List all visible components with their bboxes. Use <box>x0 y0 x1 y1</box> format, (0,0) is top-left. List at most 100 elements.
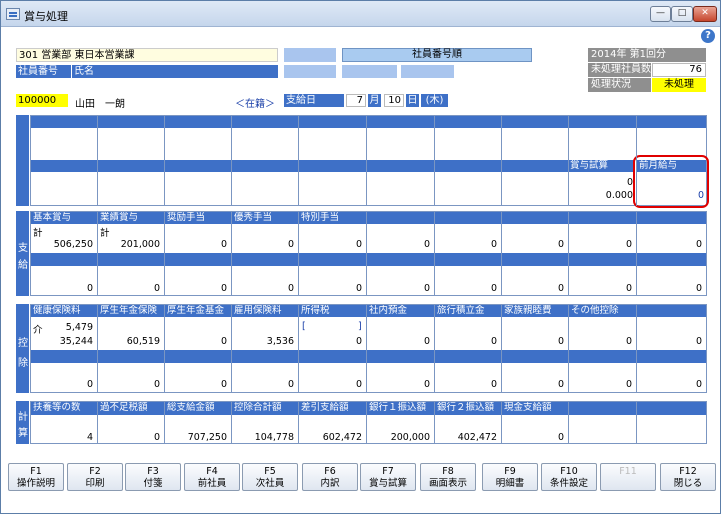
fkey-number: F9 <box>504 466 516 477</box>
pay-value-3: 0 <box>287 239 294 250</box>
header-button-d[interactable] <box>401 65 454 78</box>
sort-order[interactable]: 社員番号順 <box>342 48 532 62</box>
pay-header-7 <box>502 212 568 224</box>
top-divider <box>164 115 165 206</box>
weekday: (木) <box>421 94 448 107</box>
calc-value-2: 707,250 <box>187 432 227 443</box>
calc-header-2: 総支給金額 <box>165 402 231 415</box>
ded-divider <box>164 304 165 393</box>
pay-value-5: 0 <box>423 239 430 250</box>
pay-divider <box>366 211 367 296</box>
pay-value-6: 0 <box>490 239 497 250</box>
fkey-label: 明細書 <box>495 478 525 489</box>
bracket-open: [ <box>302 321 306 332</box>
fkey-number: F1 <box>30 466 42 477</box>
function-key-f3[interactable]: F3 付箋 <box>125 463 181 491</box>
ded-divider <box>434 304 435 393</box>
calc-value-6: 402,472 <box>457 432 497 443</box>
ded-header2-7 <box>502 350 568 363</box>
fkey-number: F5 <box>264 466 276 477</box>
pay-header-6 <box>435 212 501 224</box>
ded-header2-4 <box>299 350 366 363</box>
pay-month-field[interactable]: 7 <box>346 94 366 107</box>
header-button-c[interactable] <box>342 65 397 78</box>
ded-value-1: 60,519 <box>126 336 160 347</box>
pay-header-8 <box>569 212 636 224</box>
app-icon <box>6 8 20 20</box>
fkey-number: F8 <box>442 466 454 477</box>
function-key-f5[interactable]: F5 次社員 <box>242 463 298 491</box>
calc-divider <box>366 401 367 444</box>
fkey-number: F10 <box>560 466 578 477</box>
emp-no-field[interactable]: 100000 <box>16 94 68 107</box>
fkey-number: F4 <box>206 466 218 477</box>
pay-header2-9 <box>637 253 706 266</box>
pay-day-field[interactable]: 10 <box>384 94 404 107</box>
pay-value2-0: 0 <box>86 283 93 294</box>
fkey-label: 操作説明 <box>16 478 55 489</box>
function-key-f6[interactable]: F6 内訳 <box>302 463 358 491</box>
function-key-f9[interactable]: F9 明細書 <box>482 463 538 491</box>
pay-value2-3: 0 <box>287 283 294 294</box>
calc-divider <box>568 401 569 444</box>
ded-value-5: 0 <box>423 336 430 347</box>
fkey-label: 印刷 <box>85 478 105 489</box>
ded-header-1: 厚生年金保険 <box>98 305 164 317</box>
calc-header-8 <box>569 402 636 415</box>
function-key-f12[interactable]: F12 閉じる <box>660 463 716 491</box>
function-key-f2[interactable]: F2 印刷 <box>67 463 123 491</box>
pay-header2-2 <box>165 253 231 266</box>
function-key-f4[interactable]: F4 前社員 <box>184 463 240 491</box>
ded-value2-0: 0 <box>86 379 93 390</box>
pay-value-1: 201,000 <box>120 239 160 250</box>
top-divider <box>568 115 569 206</box>
maximize-button[interactable]: □ <box>671 6 693 22</box>
calc-header-6: 銀行２振込額 <box>435 402 501 415</box>
pay-divider <box>434 211 435 296</box>
close-button[interactable]: ✕ <box>693 6 717 22</box>
calc-divider <box>636 401 637 444</box>
pay-divider <box>298 211 299 296</box>
pay-section-bar: 支給 <box>16 211 29 296</box>
ded-header-7: 家族親睦費 <box>502 305 568 317</box>
ded-value2-5: 0 <box>423 379 430 390</box>
process-status-value: 未処理 <box>652 78 706 92</box>
app-window: 賞与処理 — □ ✕ ? 301 営業部 東日本営業課 社員番号 氏名 1000… <box>0 0 721 514</box>
pay-divider <box>97 211 98 296</box>
calc-value-0: 4 <box>86 432 93 443</box>
minimize-button[interactable]: — <box>650 6 671 22</box>
header-button-a[interactable] <box>284 48 336 62</box>
ded-header-5: 社内預金 <box>367 305 434 317</box>
pay-value-4: 0 <box>355 239 362 250</box>
pay-value2-6: 0 <box>490 283 497 294</box>
ded-value2-1: 0 <box>153 379 160 390</box>
function-key-f7[interactable]: F7 賞与試算 <box>360 463 416 491</box>
calc-divider <box>298 401 299 444</box>
top-header-row-1 <box>31 116 706 128</box>
employment-status: ＜在籍＞ <box>235 99 275 110</box>
pay-header-5 <box>367 212 434 224</box>
fkey-label: 内訳 <box>320 478 340 489</box>
ded-value2-2: 0 <box>220 379 227 390</box>
header-button-b[interactable] <box>284 65 336 78</box>
calc-value-3: 104,778 <box>254 432 294 443</box>
help-icon[interactable]: ? <box>701 29 715 43</box>
ded-header-0: 健康保険料 <box>31 305 97 317</box>
ded-divider <box>501 304 502 393</box>
ded-value-3: 3,536 <box>266 336 294 347</box>
top-divider <box>636 115 637 206</box>
pay-value2-1: 0 <box>153 283 160 294</box>
calc-value-4: 602,472 <box>322 432 362 443</box>
ded-value-0: 35,244 <box>59 336 93 347</box>
top-divider <box>298 115 299 206</box>
ded-header2-9 <box>637 350 706 363</box>
day-unit: 日 <box>406 94 419 107</box>
pay-value2-2: 0 <box>220 283 227 294</box>
employee-name: 山田 一朗 <box>75 99 125 110</box>
calc-section-bar: 計算 <box>16 401 29 444</box>
function-key-f8[interactable]: F8 画面表示 <box>420 463 476 491</box>
ded-divider <box>298 304 299 393</box>
function-key-f10[interactable]: F10 条件設定 <box>541 463 597 491</box>
pay-divider <box>231 211 232 296</box>
function-key-f1[interactable]: F1 操作説明 <box>8 463 64 491</box>
